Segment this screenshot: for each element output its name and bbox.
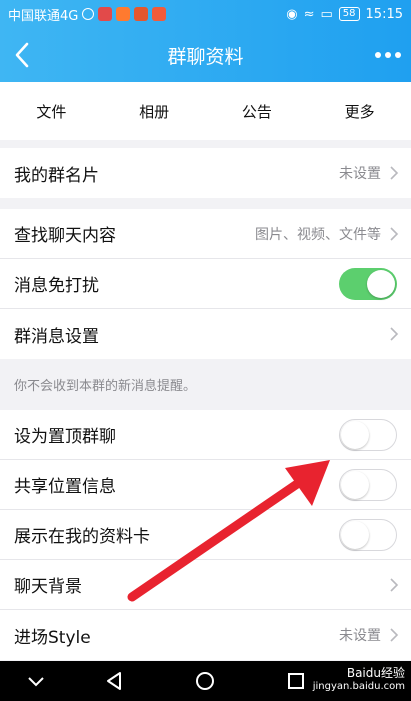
section-chat-settings: 查找聊天内容 图片、视频、文件等 消息免打扰 群消息设置 (0, 209, 411, 359)
pin-top-toggle[interactable] (339, 418, 397, 451)
signal-icon: ▭ (320, 6, 333, 22)
title-bar: 群聊资料 (0, 28, 411, 82)
row-label: 设为置顶群聊 (14, 427, 116, 447)
status-right: ◉ ≈ ▭ 58 15:15 (286, 0, 403, 28)
row-label: 我的群名片 (14, 165, 99, 186)
do-not-disturb-toggle[interactable] (339, 267, 397, 300)
share-location-toggle[interactable] (339, 468, 397, 501)
row-label: 群消息设置 (14, 326, 99, 347)
home-circle-icon[interactable] (193, 669, 217, 693)
row-label: 查找聊天内容 (14, 226, 116, 246)
row-value: 未设置 (339, 166, 381, 182)
section-display-settings: 设为置顶群聊 共享位置信息 展示在我的资料卡 聊天背景 进场Style 未设置 (0, 410, 411, 660)
row-search-history[interactable]: 查找聊天内容 图片、视频、文件等 (0, 209, 411, 259)
note-text: 你不会收到本群的新消息提醒。 (14, 378, 197, 394)
recents-square-icon[interactable] (284, 669, 308, 693)
tab-announcement[interactable]: 公告 (206, 101, 309, 122)
row-label: 消息免打扰 (14, 276, 99, 296)
chevron-right-icon (390, 577, 399, 592)
chevron-right-icon (390, 166, 399, 180)
back-chevron-icon[interactable] (10, 40, 34, 70)
search-icon (82, 8, 95, 20)
section-group-card: 我的群名片 未设置 (0, 148, 411, 198)
chevron-right-icon (390, 327, 399, 341)
chevron-down-icon[interactable] (24, 669, 48, 693)
baidu-watermark: Baidu经验 jingyan.baidu.com (313, 666, 405, 694)
row-value: 图片、视频、文件等 (255, 226, 381, 243)
chevron-right-icon (390, 226, 399, 241)
app-notification-icon (116, 7, 131, 21)
watermark-url: jingyan.baidu.com (312, 681, 405, 692)
app-notification-icon (98, 7, 113, 21)
tab-album[interactable]: 相册 (103, 101, 206, 122)
watermark-brand: Baidu经验 (346, 666, 405, 680)
more-dots-icon[interactable] (375, 42, 401, 68)
row-pin-top: 设为置顶群聊 (0, 410, 411, 460)
eye-icon: ◉ (286, 6, 298, 22)
row-value: 未设置 (339, 628, 381, 644)
row-label: 共享位置信息 (14, 477, 116, 497)
battery-icon: 58 (338, 7, 360, 21)
app-notification-icon (134, 7, 149, 21)
app-notification-icon (152, 7, 167, 21)
back-triangle-icon[interactable] (102, 669, 126, 693)
carrier-label: 中国联通4G (8, 8, 79, 24)
row-entry-style[interactable]: 进场Style 未设置 (0, 610, 411, 660)
row-message-settings[interactable]: 群消息设置 (0, 309, 411, 359)
row-share-location: 共享位置信息 (0, 460, 411, 510)
tab-more[interactable]: 更多 (308, 101, 411, 122)
chevron-right-icon (390, 628, 399, 642)
row-label: 展示在我的资料卡 (14, 527, 150, 547)
row-label: 聊天背景 (14, 577, 82, 597)
row-group-card[interactable]: 我的群名片 未设置 (0, 148, 411, 198)
tab-files[interactable]: 文件 (0, 101, 103, 122)
row-chat-background[interactable]: 聊天背景 (0, 560, 411, 610)
wifi-icon: ≈ (303, 6, 315, 22)
tab-bar: 文件 相册 公告 更多 (0, 82, 411, 140)
row-label: 进场Style (14, 627, 91, 648)
page-title: 群聊资料 (167, 45, 244, 68)
row-do-not-disturb: 消息免打扰 (0, 259, 411, 309)
row-show-on-profile: 展示在我的资料卡 (0, 510, 411, 560)
dnd-note: 你不会收到本群的新消息提醒。 (0, 360, 411, 408)
show-on-profile-toggle[interactable] (339, 518, 397, 551)
clock: 15:15 (365, 6, 403, 22)
status-bar: 中国联通4G ◉ ≈ ▭ 58 15:15 (0, 0, 411, 28)
